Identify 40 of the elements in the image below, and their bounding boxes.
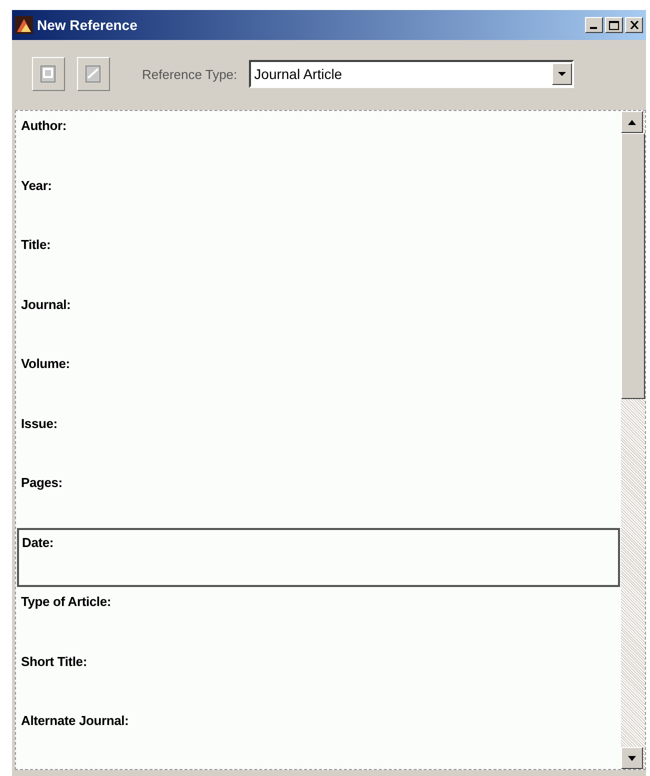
field-input[interactable]: Year:: [16, 170, 621, 230]
field-input[interactable]: Journal:: [16, 290, 621, 349]
reference-type-label: Reference Type:: [142, 66, 238, 82]
toolbar-button[interactable]: [32, 57, 65, 91]
caret-icon: [558, 72, 566, 76]
down-arrow-icon: [628, 756, 636, 760]
scrollbar-thumb[interactable]: [621, 133, 645, 399]
close-icon: [630, 21, 638, 29]
field-input[interactable]: Date:: [17, 528, 620, 587]
minimize-button[interactable]: [585, 17, 603, 33]
field-label: Short Title:: [21, 654, 87, 668]
field-input[interactable]: Type of Article:: [16, 587, 621, 646]
field-input[interactable]: Pages:: [16, 468, 621, 528]
field-input[interactable]: Short Title:: [16, 646, 621, 706]
field-input[interactable]: Volume:: [16, 349, 621, 408]
maximize-button[interactable]: [605, 17, 623, 33]
field-label: Issue:: [21, 416, 58, 430]
field-label: Pages:: [21, 475, 62, 490]
close-button[interactable]: [625, 17, 643, 33]
field-label: Title:: [21, 237, 51, 252]
app-icon: [15, 16, 33, 34]
field-label: Alternate Journal:: [21, 713, 129, 728]
field-label: Journal:: [21, 296, 71, 312]
field-input[interactable]: Author:: [16, 111, 621, 170]
toolbar-button[interactable]: [77, 57, 110, 91]
maximize-icon: [609, 20, 619, 30]
up-arrow-icon: [628, 120, 636, 124]
field-label: Type of Article:: [21, 594, 111, 609]
scrollbar[interactable]: [621, 111, 645, 769]
field-label: Author:: [21, 118, 67, 133]
field-input[interactable]: Title:: [16, 230, 621, 290]
window-title: New Reference: [37, 17, 138, 33]
field-input[interactable]: Alternate Journal:: [16, 706, 621, 766]
field-label: Date:: [22, 534, 54, 550]
document-icon: [84, 64, 104, 84]
field-input[interactable]: Issue:: [16, 408, 621, 468]
document-icon: [38, 64, 58, 84]
reference-type-dropdown[interactable]: Journal Article: [249, 60, 574, 88]
field-label: Volume:: [21, 356, 70, 371]
field-label: Year:: [21, 178, 52, 192]
